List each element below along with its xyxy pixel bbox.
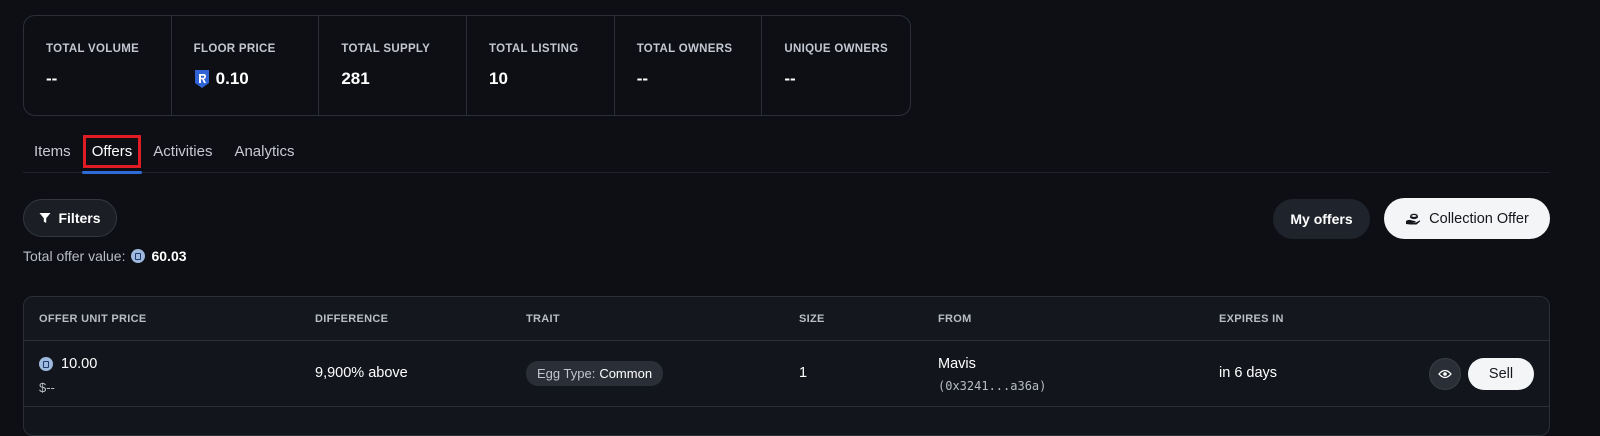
ron-coin-icon xyxy=(131,249,146,263)
column-header-difference: DIFFERENCE xyxy=(315,313,389,325)
total-offer-value: 60.03 xyxy=(151,248,187,264)
filters-button[interactable]: Filters xyxy=(23,199,117,237)
stat-total-volume: TOTAL VOLUME -- xyxy=(24,16,172,115)
stat-label: UNIQUE OWNERS xyxy=(784,43,888,55)
stat-label: TOTAL SUPPLY xyxy=(341,43,431,55)
total-offer-label: Total offer value: xyxy=(23,248,126,264)
trait-key: Egg Type: xyxy=(537,366,596,381)
total-offer-summary: Total offer value: 60.03 xyxy=(23,248,187,264)
collection-offer-button[interactable]: Collection Offer xyxy=(1384,198,1550,239)
collection-stats-panel: TOTAL VOLUME -- FLOOR PRICE 0.10 TOTAL S… xyxy=(23,15,911,116)
stat-label: TOTAL OWNERS xyxy=(636,43,733,55)
stat-label: FLOOR PRICE xyxy=(193,43,276,55)
tab-label: Activities xyxy=(153,143,213,160)
stat-value-text: -- xyxy=(784,69,796,88)
view-offer-button[interactable] xyxy=(1429,358,1461,390)
eye-icon xyxy=(1438,369,1452,379)
ron-coin-icon xyxy=(39,357,53,371)
sell-label: Sell xyxy=(1488,366,1514,382)
collection-offer-label: Collection Offer xyxy=(1429,210,1529,227)
tab-analytics[interactable]: Analytics xyxy=(223,130,305,173)
stat-unique-owners: UNIQUE OWNERS -- xyxy=(762,16,910,115)
stat-floor-price: FLOOR PRICE 0.10 xyxy=(172,16,320,115)
offer-difference: 9,900% above xyxy=(315,365,408,381)
stat-value: 0.10 xyxy=(194,69,319,89)
tab-label: Analytics xyxy=(234,143,295,160)
my-offers-label: My offers xyxy=(1290,211,1353,227)
stat-total-supply: TOTAL SUPPLY 281 xyxy=(319,16,468,115)
table-header: OFFER UNIT PRICE DIFFERENCE TRAIT SIZE F… xyxy=(24,297,1549,341)
stat-value: 281 xyxy=(341,69,466,89)
offer-price-usd: $-- xyxy=(39,380,55,395)
offer-size: 1 xyxy=(799,365,808,381)
stat-value-text: 10 xyxy=(489,69,508,88)
stat-total-listing: TOTAL LISTING 10 xyxy=(467,16,615,115)
tab-label: Offers xyxy=(82,135,142,168)
stat-value: -- xyxy=(46,69,171,89)
column-header-trait: TRAIT xyxy=(526,313,560,325)
trait-value: Common xyxy=(599,366,653,381)
stat-label: TOTAL LISTING xyxy=(489,43,579,55)
stat-value-text: -- xyxy=(46,69,58,88)
sell-button[interactable]: Sell xyxy=(1468,358,1534,390)
stat-value: -- xyxy=(637,69,762,89)
my-offers-button[interactable]: My offers xyxy=(1273,199,1370,239)
collection-tabs: Items Offers Activities Analytics xyxy=(23,130,1550,174)
stat-value: 10 xyxy=(489,69,614,89)
offer-from-address[interactable]: (0x3241...a36a) xyxy=(938,379,1046,393)
tab-activities[interactable]: Activities xyxy=(142,130,223,173)
hand-offer-icon xyxy=(1406,213,1421,224)
column-header-expires: EXPIRES IN xyxy=(1219,313,1284,325)
column-header-from: FROM xyxy=(938,313,972,325)
stat-label: TOTAL VOLUME xyxy=(46,43,140,55)
tab-offers[interactable]: Offers xyxy=(81,130,143,174)
offer-price: 10.00 xyxy=(39,356,97,372)
filter-icon xyxy=(39,213,51,223)
offer-from-name[interactable]: Mavis xyxy=(938,356,976,372)
column-header-size: SIZE xyxy=(799,313,825,325)
stat-value-text: 281 xyxy=(341,69,370,88)
tab-items[interactable]: Items xyxy=(23,130,82,173)
column-header-price: OFFER UNIT PRICE xyxy=(39,313,147,325)
table-row: 10.00 $-- 9,900% above Egg Type: Common … xyxy=(24,341,1549,407)
offers-table: OFFER UNIT PRICE DIFFERENCE TRAIT SIZE F… xyxy=(23,296,1550,436)
filters-label: Filters xyxy=(58,210,101,226)
trait-badge: Egg Type: Common xyxy=(526,361,664,386)
stat-value: -- xyxy=(784,69,910,89)
tab-label: Items xyxy=(34,143,71,160)
stat-total-owners: TOTAL OWNERS -- xyxy=(615,16,763,115)
ron-shield-icon xyxy=(194,70,209,88)
stat-value-text: 0.10 xyxy=(215,69,249,88)
offer-price-value: 10.00 xyxy=(61,356,98,372)
offer-expires: in 6 days xyxy=(1219,365,1278,381)
stat-value-text: -- xyxy=(636,69,649,88)
